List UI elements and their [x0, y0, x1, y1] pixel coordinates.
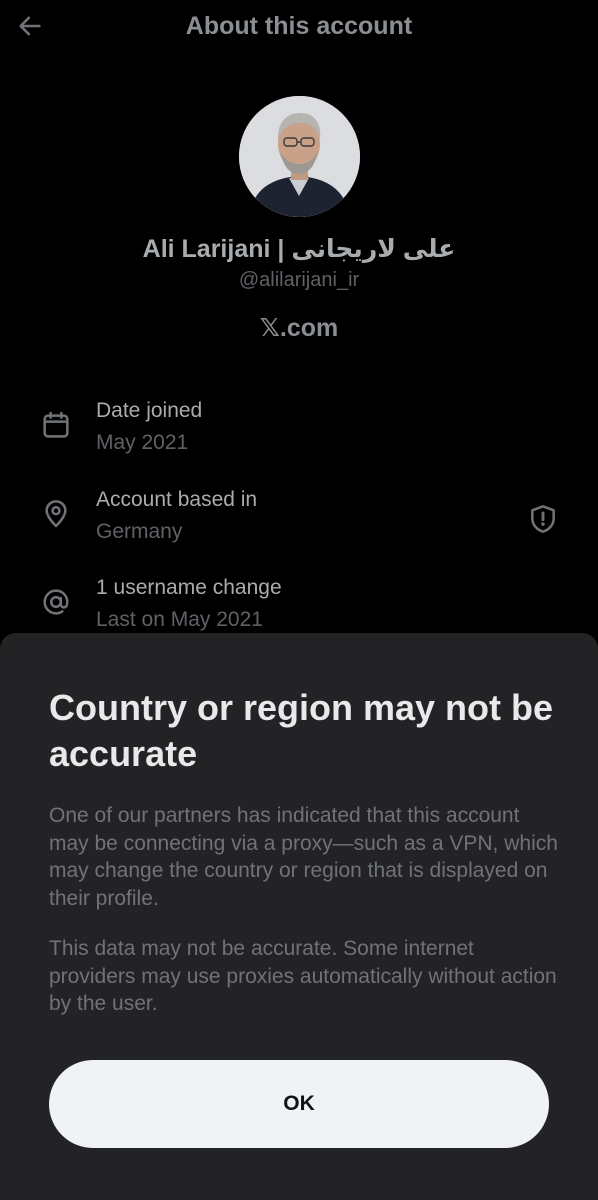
site-label: 𝕏.com — [259, 314, 339, 342]
username-change-label: 1 username change — [96, 576, 282, 599]
account-based-row: Account based in Germany — [0, 488, 598, 558]
account-based-value: Germany — [96, 520, 183, 543]
username-change-value: Last on May 2021 — [96, 608, 263, 631]
ok-button[interactable]: OK — [49, 1060, 549, 1148]
calendar-icon — [38, 407, 74, 443]
at-sign-icon — [38, 584, 74, 620]
page-title: About this account — [185, 12, 413, 40]
shield-alert-icon — [531, 505, 555, 533]
avatar-photo — [239, 96, 360, 217]
date-joined-row: Date joined May 2021 — [0, 399, 598, 469]
avatar[interactable] — [239, 96, 360, 217]
account-based-label: Account based in — [96, 488, 258, 511]
top-bar: About this account — [0, 0, 598, 56]
username-handle: @alilarijani_ir — [238, 269, 360, 291]
about-account-screen: About this account Ali Larijani | علی لا… — [0, 0, 598, 1200]
date-joined-label: Date joined — [96, 399, 203, 422]
location-pin-icon — [38, 496, 74, 532]
sheet-paragraph-1: One of our partners has indicated that t… — [49, 804, 558, 910]
display-name: Ali Larijani | علی لاریجانی — [142, 235, 456, 263]
sheet-title: Country or region may not be accurate — [49, 687, 554, 774]
shield-alert-button[interactable] — [526, 502, 560, 536]
sheet-paragraph-2: This data may not be accurate. Some inte… — [49, 937, 557, 1015]
warning-bottom-sheet: Country or region may not be accurate On… — [0, 633, 598, 1200]
date-joined-value: May 2021 — [96, 431, 189, 454]
